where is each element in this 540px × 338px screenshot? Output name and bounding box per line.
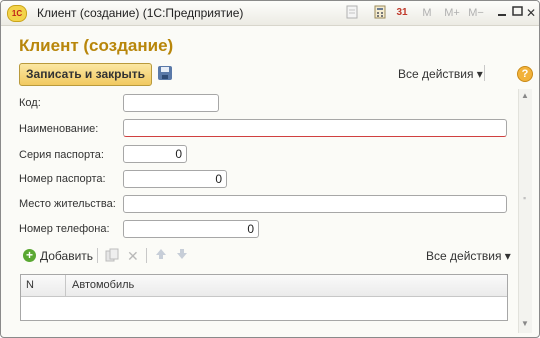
window-title: Клиент (создание) (1С:Предприятие) (37, 6, 244, 20)
residence-field[interactable] (123, 195, 507, 213)
app-logo-icon[interactable]: 1С (7, 5, 27, 22)
phone-field[interactable]: 0 (123, 220, 259, 238)
table-command-bar: + Добавить ✕ Все действия ▾ (19, 246, 511, 266)
name-field[interactable] (123, 119, 507, 137)
table-header: N Автомобиль (21, 275, 507, 297)
form-scrollbar[interactable]: ▲ ▪ ▼ (518, 89, 532, 333)
add-icon[interactable]: + (23, 249, 36, 262)
table-all-actions-menu[interactable]: Все действия ▾ (426, 249, 511, 263)
scroll-down-icon[interactable]: ▼ (521, 319, 529, 328)
memory-minus-icon[interactable]: M− (466, 5, 486, 21)
document-icon[interactable] (345, 5, 359, 21)
column-separator (65, 275, 66, 296)
phone-label: Номер телефона: (19, 223, 110, 235)
copy-icon[interactable] (105, 248, 119, 265)
table-toolbar-separator-2 (146, 248, 147, 263)
all-actions-menu[interactable]: Все действия ▾ (398, 67, 483, 81)
table-toolbar-separator (97, 248, 98, 263)
save-icon[interactable] (158, 66, 172, 80)
scroll-thumb-marker[interactable]: ▪ (523, 193, 526, 203)
cars-table[interactable]: N Автомобиль (20, 274, 508, 321)
move-up-icon[interactable] (155, 248, 167, 263)
close-icon[interactable]: ✕ (525, 5, 537, 21)
column-header-car[interactable]: Автомобиль (72, 279, 134, 291)
scroll-up-icon[interactable]: ▲ (521, 91, 529, 100)
move-down-icon[interactable] (176, 248, 188, 263)
title-bar: 1С Клиент (создание) (1С:Предприятие) 31… (1, 1, 539, 26)
minimize-icon[interactable] (496, 5, 508, 21)
delete-icon[interactable]: ✕ (127, 248, 139, 265)
passport-series-label: Серия паспорта: (19, 149, 104, 161)
save-and-close-button[interactable]: Записать и закрыть (19, 63, 152, 86)
help-icon[interactable]: ? (517, 66, 533, 82)
memory-plus-icon[interactable]: M+ (442, 5, 462, 21)
code-label: Код: (19, 97, 41, 109)
passport-series-field[interactable]: 0 (123, 145, 187, 163)
form-command-bar: Записать и закрыть Все действия ▾ (19, 63, 509, 86)
add-button[interactable]: Добавить (40, 249, 93, 263)
calendar-icon[interactable]: 31 (394, 5, 410, 21)
passport-number-field[interactable]: 0 (123, 170, 227, 188)
memory-m-icon[interactable]: M (421, 5, 433, 21)
residence-label: Место жительства: (19, 198, 116, 210)
maximize-icon[interactable] (511, 5, 523, 21)
client-form-window: 1С Клиент (создание) (1С:Предприятие) 31… (0, 0, 540, 338)
calculator-icon[interactable] (373, 5, 387, 21)
form-title: Клиент (создание) (19, 36, 174, 55)
code-field[interactable] (123, 94, 219, 112)
passport-number-label: Номер паспорта: (19, 173, 106, 185)
toolbar-separator (484, 65, 485, 81)
name-label: Наименование: (19, 123, 99, 135)
column-header-n[interactable]: N (26, 279, 34, 291)
